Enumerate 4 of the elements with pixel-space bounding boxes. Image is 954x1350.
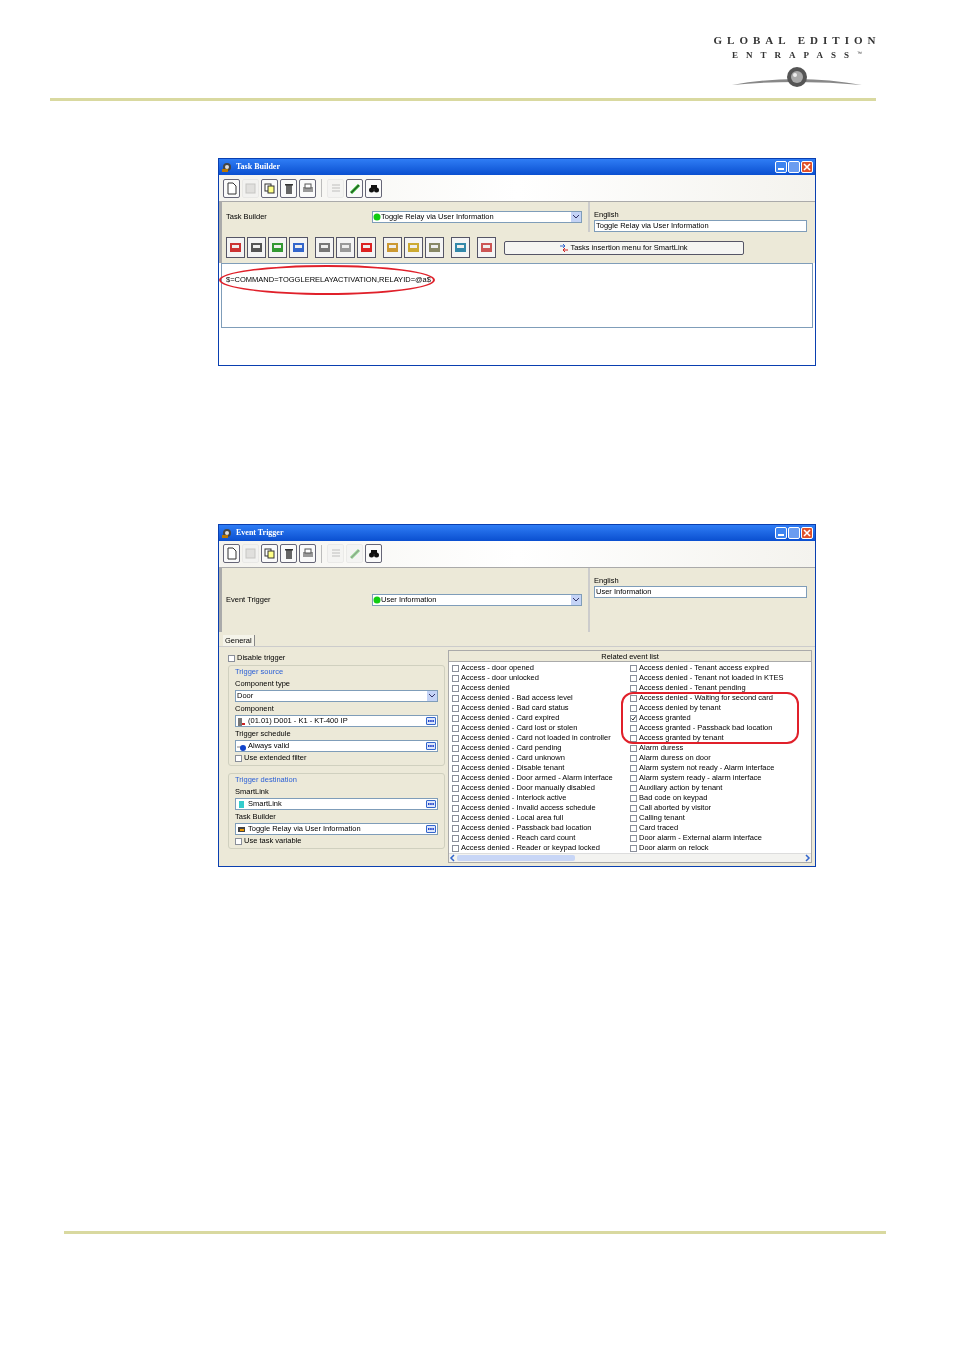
logo-subtitle: ENTRAPASS — [732, 50, 857, 61]
window-title: Event Trigger — [236, 527, 284, 538]
window-title: Task Builder — [236, 162, 280, 172]
logo-title: GLOBAL EDITION — [713, 33, 881, 47]
